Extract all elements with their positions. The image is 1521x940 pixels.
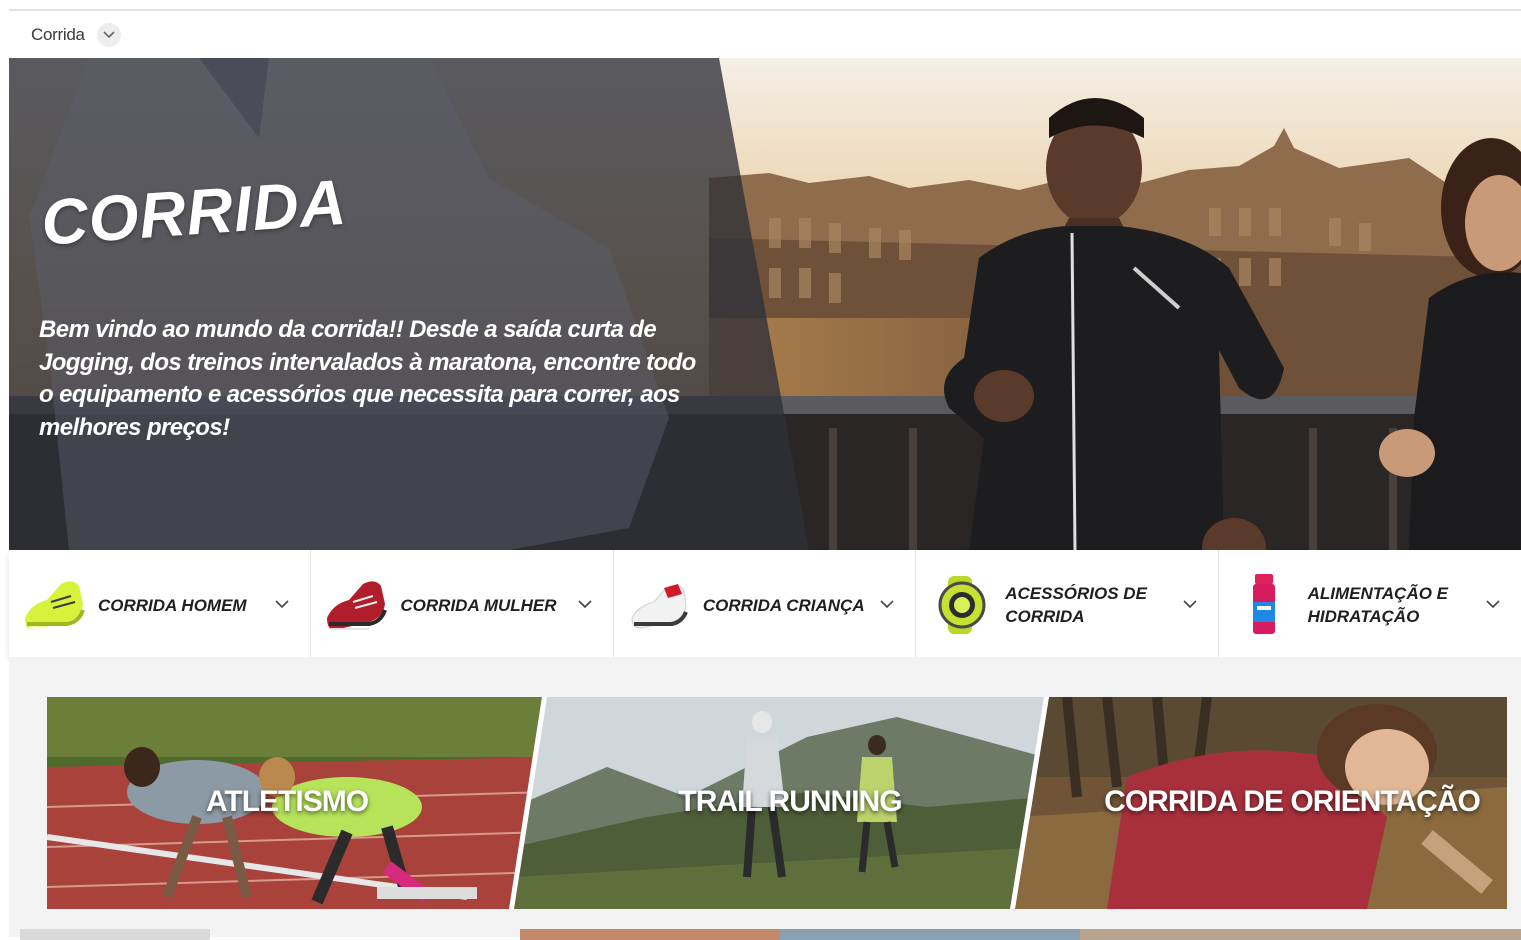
tile-atletismo[interactable]: ATLETISMO — [206, 785, 369, 819]
running-shoe-red-icon — [327, 581, 388, 630]
breadcrumb-label[interactable]: Corrida — [31, 25, 85, 45]
hero-description: Bem vindo ao mundo da corrida!! Desde a … — [39, 316, 696, 441]
sport-watch-icon — [938, 576, 986, 634]
chevron-down-icon[interactable] — [577, 598, 593, 610]
category-label: CORRIDA CRIANÇA — [702, 595, 865, 615]
running-shoe-white-icon — [631, 584, 688, 629]
top-divider — [9, 9, 1521, 11]
next-section-peek — [20, 928, 1521, 940]
category-corrida-homem[interactable]: CORRIDA HOMEM — [9, 550, 312, 657]
category-label: ALIMENTAÇÃO E HIDRATAÇÃO — [1307, 584, 1449, 626]
category-label: ACESSÓRIOS DE CORRIDA — [1005, 584, 1147, 626]
category-acessorios-corrida[interactable]: ACESSÓRIOS DE CORRIDA — [916, 550, 1219, 657]
running-shoe-yellow-icon — [25, 581, 85, 630]
category-bar: CORRIDA HOMEM CORRIDA MULHER CORRIDA CRI… — [9, 550, 1521, 657]
category-label: CORRIDA HOMEM — [98, 595, 247, 615]
category-alimentacao-hidratacao[interactable]: ALIMENTAÇÃO E HIDRATAÇÃO — [1219, 550, 1521, 657]
sport-tiles: ATLETISMO TRAIL RUNNING CORRIDA DE ORIEN… — [47, 697, 1507, 909]
chevron-down-icon[interactable] — [96, 23, 121, 47]
chevron-down-icon[interactable] — [879, 598, 895, 610]
category-corrida-mulher[interactable]: CORRIDA MULHER — [311, 550, 614, 657]
chevron-down-icon[interactable] — [1485, 598, 1501, 610]
category-label: CORRIDA MULHER — [400, 595, 557, 615]
breadcrumb: Corrida — [31, 21, 121, 49]
category-corrida-crianca[interactable]: CORRIDA CRIANÇA — [614, 550, 917, 657]
drink-bottle-icon — [1252, 574, 1275, 634]
chevron-down-icon[interactable] — [1182, 598, 1198, 610]
hero-photo — [9, 58, 1521, 550]
chevron-down-icon[interactable] — [274, 598, 290, 610]
tile-corrida-orientacao[interactable]: CORRIDA DE ORIENTAÇÃO — [1104, 785, 1481, 819]
tile-trail-running[interactable]: TRAIL RUNNING — [678, 785, 902, 819]
hero-banner: CORRIDA Bem vindo ao mundo da corrida!! … — [9, 58, 1521, 550]
